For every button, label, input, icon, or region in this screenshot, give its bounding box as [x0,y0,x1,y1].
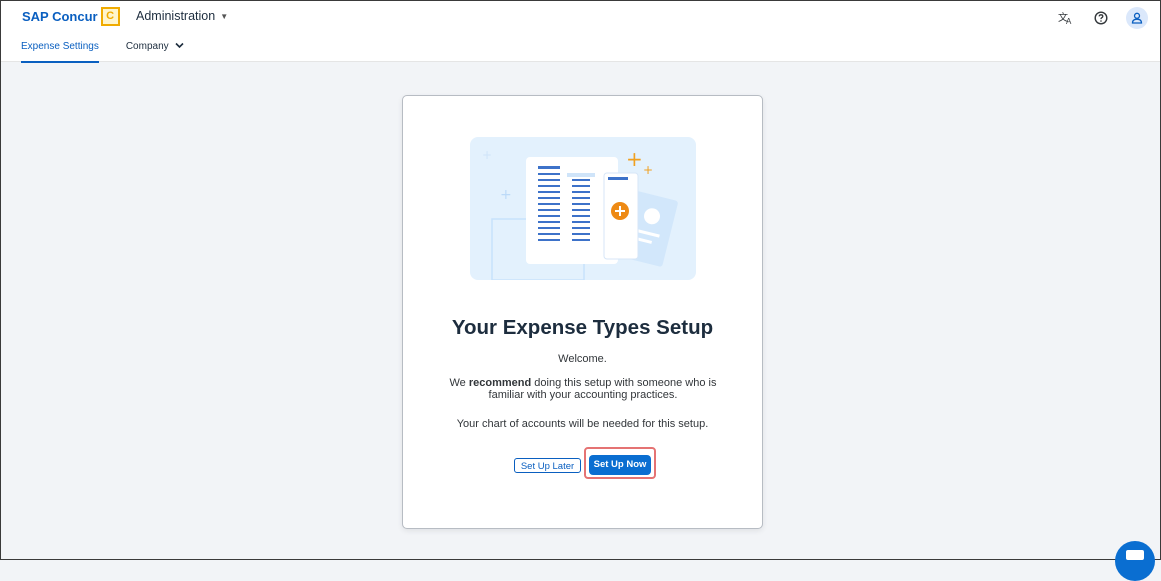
administration-label: Administration [136,9,216,23]
svg-text:A: A [1066,17,1072,25]
recommend-text: We recommend doing this setup with someo… [433,377,733,401]
set-up-later-button[interactable]: Set Up Later [514,458,581,473]
top-bar: SAP Concur C Administration ▼ 文 A Expens… [1,1,1160,63]
tab-expense-settings[interactable]: Expense Settings [21,41,99,63]
help-icon[interactable] [1091,8,1111,28]
svg-text:+: + [482,148,492,162]
set-up-now-button[interactable]: Set Up Now [589,455,651,475]
page-title: Your Expense Types Setup [451,316,714,339]
tab-label: Company [125,41,169,52]
brand-name: SAP Concur [22,9,98,24]
tab-bar: Expense Settings Company [21,41,211,63]
concur-logo-icon: C [100,7,120,26]
recommend-prefix: We [449,377,469,389]
translate-icon[interactable]: 文 A [1056,8,1076,28]
chevron-down-icon [175,41,184,52]
welcome-text: Welcome. [558,353,607,365]
setup-card: + + + + Your Expense Types Setup Welcome… [402,95,763,529]
tab-label: Expense Settings [21,41,99,52]
chat-button[interactable] [1115,541,1155,581]
header-icons: 文 A [1056,7,1148,29]
chat-icon [1126,550,1144,560]
recommend-emphasis: recommend [468,377,532,389]
svg-text:+: + [626,147,643,171]
tab-company[interactable]: Company [126,41,184,61]
caret-down-icon: ▼ [220,11,229,21]
brand[interactable]: SAP Concur C [22,7,120,26]
user-icon[interactable] [1126,7,1148,29]
chart-of-accounts-note: Your chart of accounts will be needed fo… [456,418,709,430]
svg-text:+: + [643,163,653,177]
administration-menu[interactable]: Administration ▼ [136,9,228,23]
svg-text:+: + [500,187,512,203]
expense-setup-illustration: + + + + [470,137,696,280]
